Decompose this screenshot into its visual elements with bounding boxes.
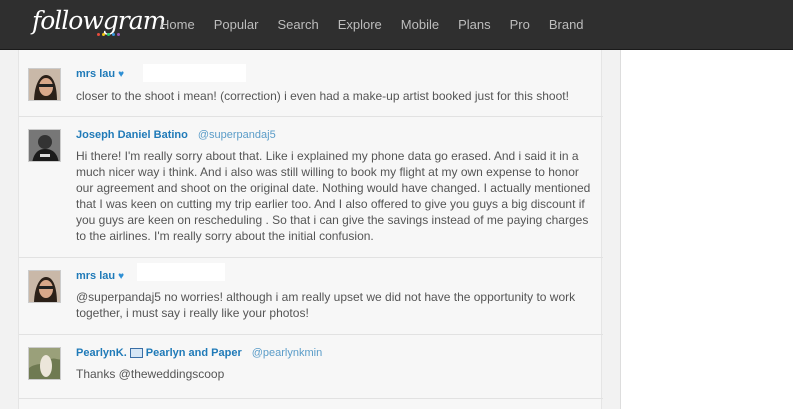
redacted-box [143,64,246,82]
comment-text: Thanks @theweddingscoop [76,367,225,381]
author-name[interactable]: mrs lau [76,270,115,282]
avatar[interactable] [28,270,61,303]
logo-color-dots [97,33,120,36]
nav-brand[interactable]: Brand [549,17,584,32]
nav-plans[interactable]: Plans [458,17,491,32]
nav-pro[interactable]: Pro [510,17,530,32]
nav-popular[interactable]: Popular [214,17,259,32]
comment-item: PearlynK. Pearlyn and Paper @pearlynkmin T… [19,335,603,399]
logo-dot [97,33,100,36]
logo-dot [102,33,105,36]
nav-home[interactable]: Home [160,17,195,32]
comment-item: Joseph Daniel Batino @superpandaj5 Hi the… [19,117,603,258]
nav-mobile[interactable]: Mobile [401,17,439,32]
comment-author[interactable]: mrs lau ♥ [76,270,124,282]
comment-item: mrs lau ♥ @superpandaj5 no worries! altho… [19,258,603,335]
followgram-logo[interactable]: followgram [32,6,166,35]
redacted-box [137,263,225,281]
avatar[interactable] [28,68,61,101]
author-handle[interactable]: @superpandaj5 [198,129,276,141]
avatar[interactable] [28,347,61,380]
logo-dot [112,33,115,36]
author-handle[interactable]: @pearlynkmin [252,347,322,359]
nav-search[interactable]: Search [278,17,319,32]
comment-author[interactable]: PearlynK. Pearlyn and Paper @pearlynkmin [76,347,322,359]
comment-text: closer to the shoot i mean! (correction)… [76,89,569,103]
comments-panel: mrs lau ♥ closer to the shoot i mean! (co… [18,50,603,409]
author-name-prefix[interactable]: PearlynK. [76,347,127,359]
logo-dot [107,33,110,36]
badge-icon [129,348,143,359]
comment-text: @superpandaj5 no worries! although i am … [76,290,576,320]
logo-dot [117,33,120,36]
heart-icon: ♥ [118,271,125,282]
avatar[interactable] [28,129,61,162]
author-name[interactable]: mrs lau [76,68,115,80]
author-name-suffix[interactable]: Pearlyn and Paper [146,347,242,359]
main-nav: Home Popular Search Explore Mobile Plans… [160,17,603,32]
top-navigation-bar: followgram Home Popular Search Explore M… [0,0,793,50]
author-name[interactable]: Joseph Daniel Batino [76,129,188,141]
heart-icon: ♥ [118,69,125,80]
right-sidebar [620,50,793,409]
comment-author[interactable]: Joseph Daniel Batino @superpandaj5 [76,129,276,141]
comment-item: mrs lau ♥ closer to the shoot i mean! (co… [19,50,603,117]
nav-explore[interactable]: Explore [338,17,382,32]
comment-text: Hi there! I'm really sorry about that. L… [76,149,591,243]
comment-author[interactable]: mrs lau ♥ [76,68,124,80]
